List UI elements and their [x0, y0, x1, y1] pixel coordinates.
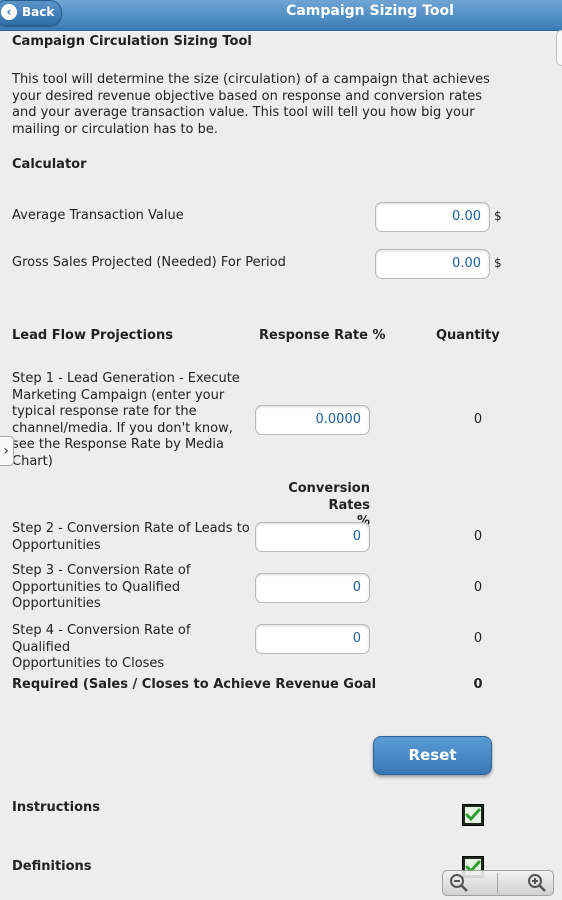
intro-line: This tool will determine the size (circu… — [12, 72, 490, 87]
step3-line: Step 3 - Conversion Rate of — [12, 563, 191, 578]
avg-transaction-label: Average Transaction Value — [12, 208, 184, 223]
response-rate-heading: Response Rate % — [259, 328, 386, 343]
instructions-checkbox[interactable] — [462, 804, 484, 826]
title-bar: ‹ Back Campaign Sizing Tool — [0, 0, 562, 31]
step3-line: Opportunities to Qualified — [12, 579, 181, 595]
gross-sales-input[interactable]: 0.00 — [375, 249, 490, 279]
calculator-heading: Calculator — [12, 157, 87, 172]
tool-heading: Campaign Circulation Sizing Tool — [12, 34, 252, 49]
step1-line: Marketing Campaign (enter your — [12, 387, 225, 403]
response-rate-input[interactable]: 0.0000 — [255, 405, 370, 435]
definitions-label: Definitions — [12, 859, 92, 874]
back-button-label: Back — [22, 5, 55, 19]
zoom-in-icon[interactable] — [527, 873, 547, 893]
back-button[interactable]: ‹ Back — [0, 0, 62, 26]
step1-line: channel/media. If you don't know, — [12, 420, 233, 436]
reset-button[interactable]: Reset — [373, 736, 492, 775]
step2-quantity: 0 — [473, 529, 483, 544]
quantity-heading: Quantity — [436, 328, 500, 343]
step2-label: Step 2 - Conversion Rate of Leads to Opp… — [12, 521, 252, 554]
zoom-divider — [497, 873, 498, 893]
currency-symbol: $ — [494, 256, 502, 270]
step4-label: Step 4 - Conversion Rate of Qualified Op… — [12, 623, 252, 673]
step1-line: Step 1 - Lead Generation - Execute — [12, 371, 240, 386]
step1-quantity: 0 — [473, 412, 483, 427]
step1-line: see the Response Rate by Media — [12, 437, 224, 452]
right-edge-handle[interactable] — [556, 30, 562, 66]
checkmark-icon — [465, 808, 481, 822]
step4-line: Opportunities to Closes — [12, 656, 165, 671]
step3-line: Opportunities — [12, 596, 101, 611]
intro-text: This tool will determine the size (circu… — [12, 72, 532, 138]
chevron-right-icon[interactable]: › — [0, 436, 14, 466]
step2-line: Opportunities — [12, 537, 101, 553]
step3-rate-input[interactable]: 0 — [255, 573, 370, 603]
intro-line: mailing or circulation has to be. — [12, 121, 219, 137]
step2-line: Step 2 - Conversion Rate of Leads to — [12, 521, 250, 536]
page-title: Campaign Sizing Tool — [286, 3, 454, 19]
zoom-out-icon[interactable] — [449, 873, 469, 893]
conversion-heading-line: Conversion Rates — [288, 481, 370, 513]
step3-label: Step 3 - Conversion Rate of Opportunitie… — [12, 563, 252, 613]
instructions-label: Instructions — [12, 800, 101, 815]
required-label: Required (Sales / Closes to Achieve Reve… — [12, 677, 377, 692]
step4-line: Step 4 - Conversion Rate of Qualified — [12, 623, 191, 655]
required-value: 0 — [473, 677, 483, 692]
gross-sales-label: Gross Sales Projected (Needed) For Perio… — [12, 255, 286, 270]
step2-rate-input[interactable]: 0 — [255, 522, 370, 552]
currency-symbol: $ — [494, 209, 502, 223]
zoom-control — [442, 870, 554, 896]
intro-line: your desired revenue objective based on … — [12, 88, 483, 104]
avg-transaction-input[interactable]: 0.00 — [375, 202, 490, 232]
step1-label: Step 1 - Lead Generation - Execute Marke… — [12, 371, 252, 470]
step1-line: Chart) — [12, 453, 53, 469]
chevron-left-icon: ‹ — [1, 4, 17, 20]
step3-quantity: 0 — [473, 580, 483, 595]
step4-rate-input[interactable]: 0 — [255, 624, 370, 654]
intro-line: and your average transaction value. This… — [12, 105, 475, 120]
lead-flow-heading: Lead Flow Projections — [12, 328, 173, 343]
step4-quantity: 0 — [473, 631, 483, 646]
step1-line: typical response rate for the — [12, 404, 197, 419]
